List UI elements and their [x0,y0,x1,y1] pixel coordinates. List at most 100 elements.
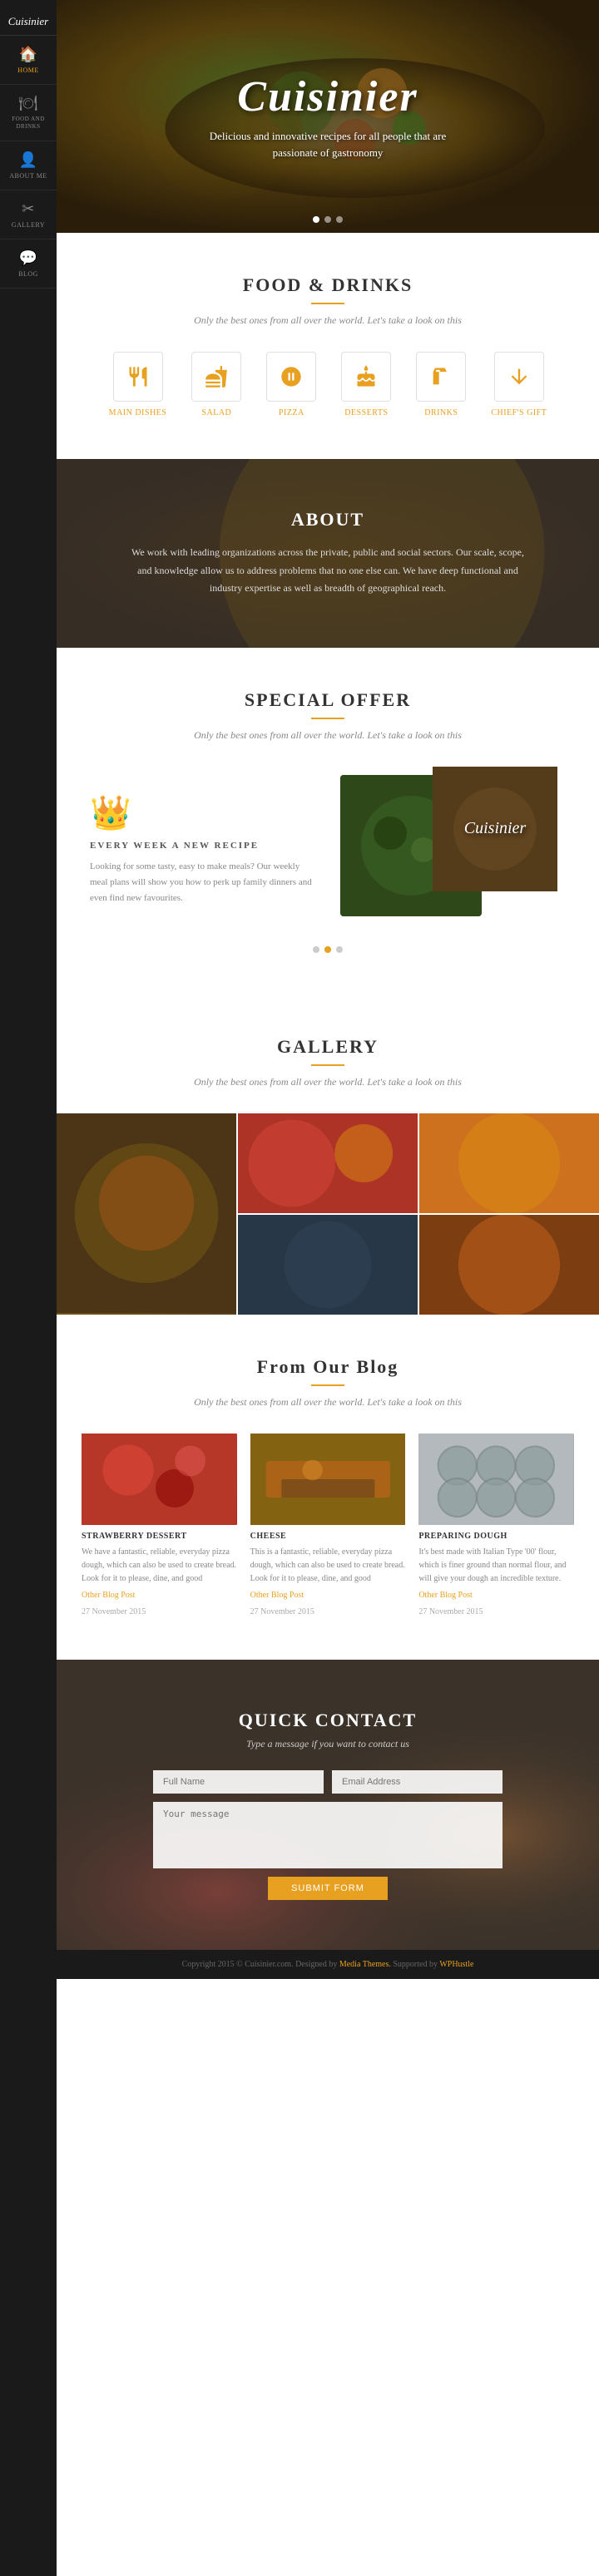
blog-card-0: STRAWBERRY DESSERT We have a fantastic, … [82,1434,237,1618]
about-icon: 👤 [19,151,38,169]
category-pizza[interactable]: Pizza [266,352,316,417]
blog-title-2: PREPARING DOUGH [418,1532,574,1541]
contact-section: QUICK CONTACT Type a message if you want… [57,1660,599,1950]
gallery-section: GALLERY Only the best ones from all over… [57,994,599,1315]
category-salad[interactable]: Salad [191,352,241,417]
footer-designer-link[interactable]: Media Themes. [339,1960,391,1969]
blog-text-0: We have a fantastic, reliable, everyday … [82,1546,237,1586]
gallery-underline [311,1064,344,1066]
special-dot-1[interactable] [313,946,319,953]
blog-link-1[interactable]: Other Blog Post [250,1591,406,1600]
blog-subtitle: Only the best ones from all over the wor… [82,1396,574,1409]
special-image-label: Cuisinier [464,819,526,838]
food-categories-row: Main Dishes Salad Pizza Desserts [90,352,566,417]
sidebar-label-home: HOME [17,67,39,74]
sidebar-label-about: ABOUT ME [9,172,47,180]
blog-underline [311,1384,344,1386]
special-offer-content: 👑 EVERY WEEK A NEW RECIPE Looking for so… [90,767,566,933]
food-drinks-icon: 🍽 [18,95,37,112]
blog-link-0[interactable]: Other Blog Post [82,1591,237,1600]
blog-title: From Our Blog [82,1356,574,1378]
blog-text-2: It's best made with Italian Type '00' fl… [418,1546,574,1586]
blog-card-1: CHEESE This is a fantastic, reliable, ev… [250,1434,406,1618]
hero-dot-3[interactable] [336,216,343,223]
category-main-dishes[interactable]: Main Dishes [109,352,167,417]
blog-text-1: This is a fantastic, reliable, everyday … [250,1546,406,1586]
gallery-image-0[interactable] [57,1113,236,1315]
special-dot-2[interactable] [324,946,331,953]
blog-title-1: CHEESE [250,1532,406,1541]
sidebar-label-food: FOOD AND DRINKS [3,116,53,131]
special-offer-title: SPECIAL OFFER [90,689,566,711]
main-dishes-icon-box [113,352,163,402]
about-title: ABOUT [123,509,532,530]
footer-copyright: Copyright 2015 © Cuisinier.com. Designed… [182,1960,338,1969]
category-chiefs-gift[interactable]: Chief's Gift [491,352,547,417]
gallery-image-4[interactable] [419,1215,599,1315]
desserts-icon-box [341,352,391,402]
sidebar-logo: Cuisinier [0,8,57,36]
pizza-label: Pizza [279,408,304,417]
sidebar-item-home[interactable]: 🏠 HOME [0,36,57,85]
gallery-image-1[interactable] [238,1113,418,1213]
hero-dots [313,216,343,223]
gallery-subtitle: Only the best ones from all over the wor… [57,1076,599,1088]
sidebar-item-blog[interactable]: 💬 BLOG [0,239,57,289]
contact-subtitle: Type a message if you want to contact us [123,1738,532,1750]
special-offer-dots [90,946,566,953]
pizza-icon-box [266,352,316,402]
about-text: We work with leading organizations acros… [128,544,527,598]
gallery-image-2[interactable] [419,1113,599,1213]
chiefs-gift-icon-box [494,352,544,402]
category-desserts[interactable]: Desserts [341,352,391,417]
blog-image-cheese[interactable] [250,1434,406,1525]
hero-subtitle: Delicious and innovative recipes for all… [195,128,461,160]
blog-posts-grid: STRAWBERRY DESSERT We have a fantastic, … [82,1434,574,1618]
submit-button[interactable]: SUBMIT FORM [268,1877,388,1900]
hero-dot-2[interactable] [324,216,331,223]
special-offer-subtitle: Only the best ones from all over the wor… [90,729,566,742]
drinks-label: Drinks [424,408,458,417]
gallery-image-3[interactable] [238,1215,418,1315]
hero-title: Cuisinier [237,72,418,121]
special-dot-3[interactable] [336,946,343,953]
hero-section: Cuisinier Delicious and innovative recip… [57,0,599,233]
contact-form: SUBMIT FORM [153,1770,502,1900]
food-drinks-section: FOOD & DRINKS Only the best ones from al… [57,233,599,459]
sidebar-item-food-and-drinks[interactable]: 🍽 FOOD AND DRINKS [0,85,57,141]
salad-label: Salad [201,408,231,417]
gallery-grid [57,1113,599,1315]
food-drinks-title: FOOD & DRINKS [90,274,566,296]
desserts-label: Desserts [344,408,388,417]
main-content: Cuisinier Delicious and innovative recip… [57,0,599,1979]
special-right-panel: Cuisinier [340,767,566,933]
email-input[interactable] [332,1770,502,1794]
about-section: ABOUT We work with leading organizations… [57,459,599,648]
contact-name-email-row [153,1770,502,1794]
sidebar-item-about-me[interactable]: 👤 ABOUT ME [0,141,57,190]
week-title: EVERY WEEK A NEW RECIPE [90,841,315,851]
food-drinks-subtitle: Only the best ones from all over the wor… [90,314,566,327]
gallery-title: GALLERY [57,1036,599,1058]
blog-date-1: 27 November 2015 [250,1607,314,1616]
footer: Copyright 2015 © Cuisinier.com. Designed… [57,1950,599,1979]
footer-supporter-link[interactable]: WPHustle [439,1960,473,1969]
food-drinks-underline [311,303,344,304]
full-name-input[interactable] [153,1770,324,1794]
blog-image-dough[interactable] [418,1434,574,1525]
blog-date-2: 27 November 2015 [418,1607,483,1616]
footer-supported-text: Supported by [393,1960,439,1969]
hero-dot-1[interactable] [313,216,319,223]
chiefs-gift-label: Chief's Gift [491,408,547,417]
gallery-icon: ✂ [22,200,35,218]
message-textarea[interactable] [153,1802,502,1868]
sidebar-item-gallery[interactable]: ✂ GALLERY [0,190,57,239]
blog-title-0: STRAWBERRY DESSERT [82,1532,237,1541]
category-drinks[interactable]: Drinks [416,352,466,417]
blog-image-strawberry[interactable] [82,1434,237,1525]
blog-link-2[interactable]: Other Blog Post [418,1591,574,1600]
blog-icon: 💬 [19,249,38,267]
sidebar-label-gallery: GALLERY [12,221,45,229]
home-icon: 🏠 [19,46,38,63]
drinks-icon-box [416,352,466,402]
